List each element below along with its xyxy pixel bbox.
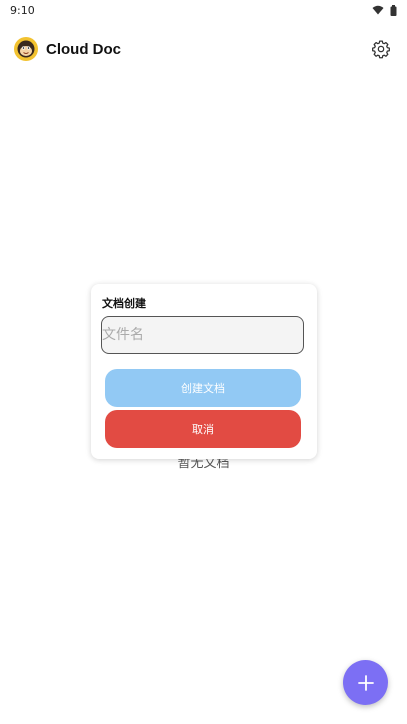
create-document-dialog: 文档创建 创建文档 取消: [91, 284, 317, 459]
status-icons: [372, 4, 397, 16]
gear-icon: [372, 40, 390, 59]
battery-icon: [390, 4, 397, 16]
monkey-logo-icon: [14, 37, 38, 61]
dialog-title: 文档创建: [102, 297, 146, 310]
app-title: Cloud Doc: [46, 40, 121, 58]
filename-input[interactable]: [101, 316, 304, 354]
wifi-icon: [372, 5, 384, 15]
create-document-button[interactable]: 创建文档: [105, 369, 301, 407]
plus-icon: [357, 674, 374, 691]
status-bar: 9:10: [0, 0, 407, 20]
settings-button[interactable]: [369, 37, 393, 61]
app-header: Cloud Doc: [0, 28, 407, 70]
add-document-fab[interactable]: [343, 660, 388, 705]
status-time: 9:10: [10, 3, 35, 17]
cancel-button[interactable]: 取消: [105, 410, 301, 448]
